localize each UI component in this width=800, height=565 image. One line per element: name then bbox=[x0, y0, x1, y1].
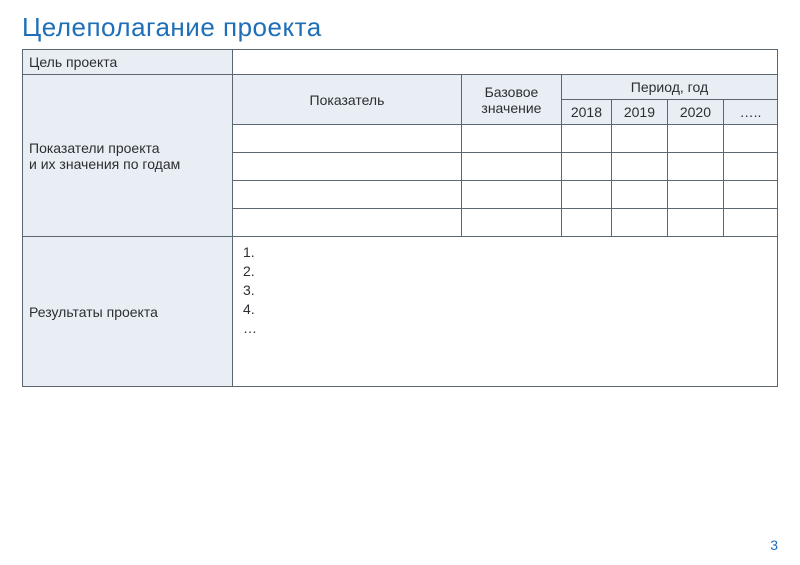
cell-y3 bbox=[723, 181, 777, 209]
label-goal: Цель проекта bbox=[23, 50, 233, 75]
col-year-3: ….. bbox=[723, 100, 777, 125]
cell-y1 bbox=[611, 125, 667, 153]
page-title: Целеполагание проекта bbox=[22, 12, 778, 43]
result-item: … bbox=[243, 319, 767, 338]
col-year-2: 2020 bbox=[667, 100, 723, 125]
cell-y2 bbox=[667, 209, 723, 237]
cell-y0 bbox=[561, 209, 611, 237]
label-indicators: Показатели проекта и их значения по года… bbox=[23, 75, 233, 237]
col-year-1: 2019 bbox=[611, 100, 667, 125]
cell-indicator bbox=[233, 125, 462, 153]
cell-y3 bbox=[723, 153, 777, 181]
cell-goal-value bbox=[233, 50, 778, 75]
col-year-0: 2018 bbox=[561, 100, 611, 125]
cell-y3 bbox=[723, 125, 777, 153]
cell-y0 bbox=[561, 181, 611, 209]
cell-y0 bbox=[561, 153, 611, 181]
cell-indicator bbox=[233, 209, 462, 237]
result-item: 3. bbox=[243, 281, 767, 300]
cell-base bbox=[461, 181, 561, 209]
result-item: 1. bbox=[243, 243, 767, 262]
cell-y1 bbox=[611, 181, 667, 209]
cell-y3 bbox=[723, 209, 777, 237]
col-period: Период, год bbox=[561, 75, 777, 100]
cell-base bbox=[461, 125, 561, 153]
cell-results: 1. 2. 3. 4. … bbox=[233, 237, 778, 387]
page-number: 3 bbox=[770, 537, 778, 553]
cell-y1 bbox=[611, 153, 667, 181]
cell-indicator bbox=[233, 181, 462, 209]
cell-y1 bbox=[611, 209, 667, 237]
result-item: 4. bbox=[243, 300, 767, 319]
cell-base bbox=[461, 153, 561, 181]
cell-y2 bbox=[667, 181, 723, 209]
goal-setting-table: Цель проекта Показатели проекта и их зна… bbox=[22, 49, 778, 387]
cell-indicator bbox=[233, 153, 462, 181]
result-item: 2. bbox=[243, 262, 767, 281]
label-results: Результаты проекта bbox=[23, 237, 233, 387]
col-base-value: Базовое значение bbox=[461, 75, 561, 125]
col-indicator: Показатель bbox=[233, 75, 462, 125]
cell-y0 bbox=[561, 125, 611, 153]
cell-y2 bbox=[667, 125, 723, 153]
cell-base bbox=[461, 209, 561, 237]
cell-y2 bbox=[667, 153, 723, 181]
